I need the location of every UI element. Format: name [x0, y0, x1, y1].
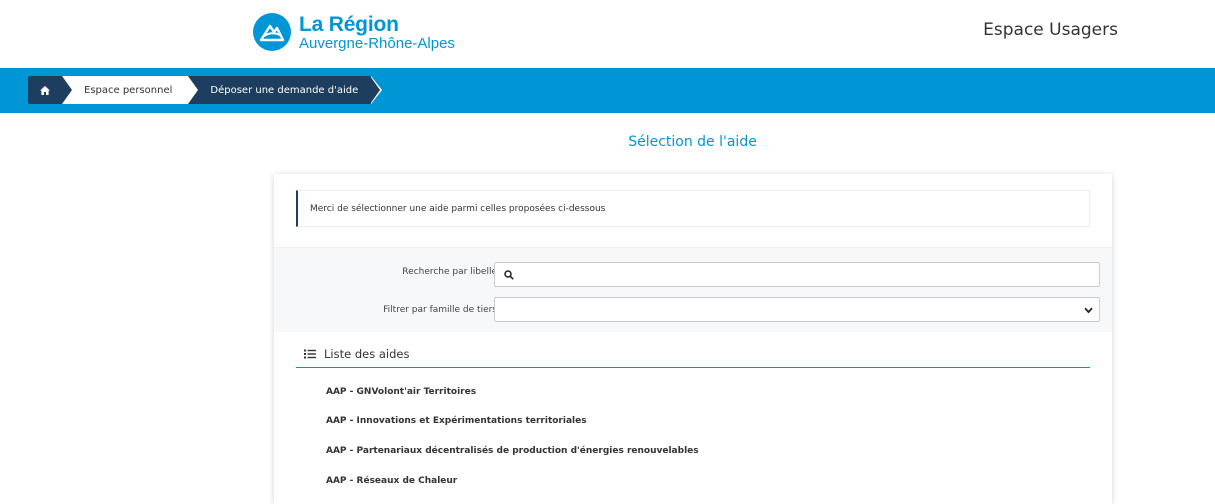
chevron-down-icon	[1084, 307, 1093, 314]
logo-subtitle: Auvergne-Rhône-Alpes	[299, 34, 455, 52]
breadcrumb: Espace personnel Déposer une demande d'a…	[28, 76, 383, 104]
aides-list-header: Liste des aides	[296, 344, 1090, 368]
info-message: Merci de sélectionner une aide parmi cel…	[296, 190, 1090, 227]
region-logo[interactable]: La Région Auvergne-Rhône-Alpes	[253, 13, 455, 51]
breadcrumb-bar: Espace personnel Déposer une demande d'a…	[0, 68, 1215, 113]
famille-tiers-select[interactable]	[494, 297, 1100, 322]
aides-list-title: Liste des aides	[324, 347, 410, 361]
header-title: Espace Usagers	[983, 20, 1118, 40]
aide-list-item[interactable]: AAP - Partenariaux décentralisés de prod…	[326, 446, 699, 456]
aide-list-item[interactable]: AAP - Réseaux de Chaleur	[326, 476, 457, 486]
breadcrumb-espace-personnel[interactable]: Espace personnel	[62, 76, 199, 104]
page-title: Sélection de l'aide	[628, 134, 757, 150]
logo-title: La Région	[299, 12, 399, 36]
search-icon	[504, 270, 514, 280]
logo-mountain-icon	[253, 13, 291, 51]
filter-zone: Recherche par libellé Filtrer par famill…	[274, 247, 1112, 332]
info-text: Merci de sélectionner une aide parmi cel…	[310, 203, 606, 214]
search-input[interactable]	[494, 262, 1100, 287]
breadcrumb-deposer-demande: Déposer une demande d'aide	[188, 76, 383, 104]
aide-list-item[interactable]: AAP - Innovations et Expérimentations te…	[326, 416, 587, 426]
site-header: La Région Auvergne-Rhône-Alpes Espace Us…	[0, 0, 1215, 68]
list-icon	[304, 349, 316, 359]
breadcrumb-home[interactable]	[28, 76, 72, 104]
search-label: Recherche par libellé	[402, 267, 497, 277]
home-icon	[40, 85, 50, 95]
filter-label: Filtrer par famille de tiers	[383, 305, 497, 315]
aide-selection-panel: Merci de sélectionner une aide parmi cel…	[274, 174, 1112, 504]
aide-list-item[interactable]: AAP - GNVolont'air Territoires	[326, 387, 476, 397]
